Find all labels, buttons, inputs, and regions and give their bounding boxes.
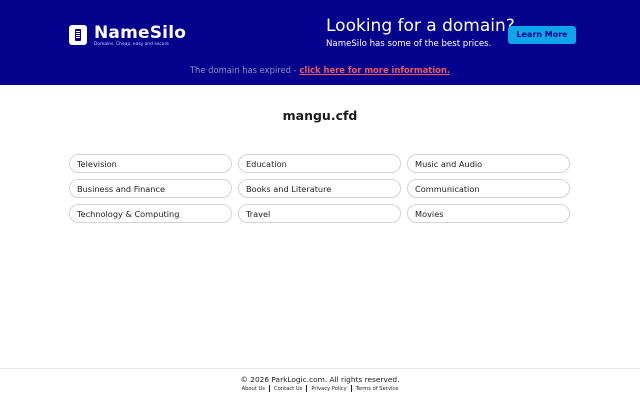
expired-notice: The domain has expired - click here for …	[0, 64, 640, 76]
footer-link-contact[interactable]: Contact Us	[270, 386, 306, 392]
footer-link-terms[interactable]: Terms of Service	[352, 386, 403, 392]
footer-link-about[interactable]: About Us	[238, 386, 270, 392]
logo-name: NameSilo	[94, 23, 187, 43]
namesilo-logo[interactable]: NameSilo Domains. Cheap, easy and secure	[69, 24, 186, 48]
header-banner: NameSilo Domains. Cheap, easy and secure…	[0, 0, 640, 85]
promo-subtitle: NameSilo has some of the best prices.	[326, 39, 492, 49]
promo-title: Looking for a domain?	[326, 16, 515, 36]
category-grid: Television Education Music and Audio Bus…	[69, 154, 571, 223]
footer-links: About Us Contact Us Privacy Policy Terms of…	[0, 385, 640, 393]
category-books-and-literature[interactable]: Books and Literature	[238, 179, 401, 198]
learn-more-button[interactable]: Learn More	[508, 26, 576, 44]
expired-text: The domain has expired -	[189, 65, 300, 75]
category-communication[interactable]: Communication	[407, 179, 570, 198]
copyright-text: © 2026 ParkLogic.com. All rights reserve…	[240, 375, 400, 384]
category-technology-and-computing[interactable]: Technology & Computing	[69, 204, 232, 223]
category-television[interactable]: Television	[69, 154, 232, 173]
footer-divider	[0, 368, 640, 369]
more-info-link[interactable]: click here for more information.	[299, 65, 450, 75]
domain-title: mangu.cfd	[282, 108, 358, 123]
category-business-and-finance[interactable]: Business and Finance	[69, 179, 232, 198]
category-movies[interactable]: Movies	[407, 204, 570, 223]
domain-tag-icon	[69, 25, 87, 45]
logo-text: NameSilo Domains. Cheap, easy and secure	[94, 24, 186, 48]
footer-link-privacy[interactable]: Privacy Policy	[307, 386, 350, 392]
category-travel[interactable]: Travel	[238, 204, 401, 223]
category-music-and-audio[interactable]: Music and Audio	[407, 154, 570, 173]
category-education[interactable]: Education	[238, 154, 401, 173]
